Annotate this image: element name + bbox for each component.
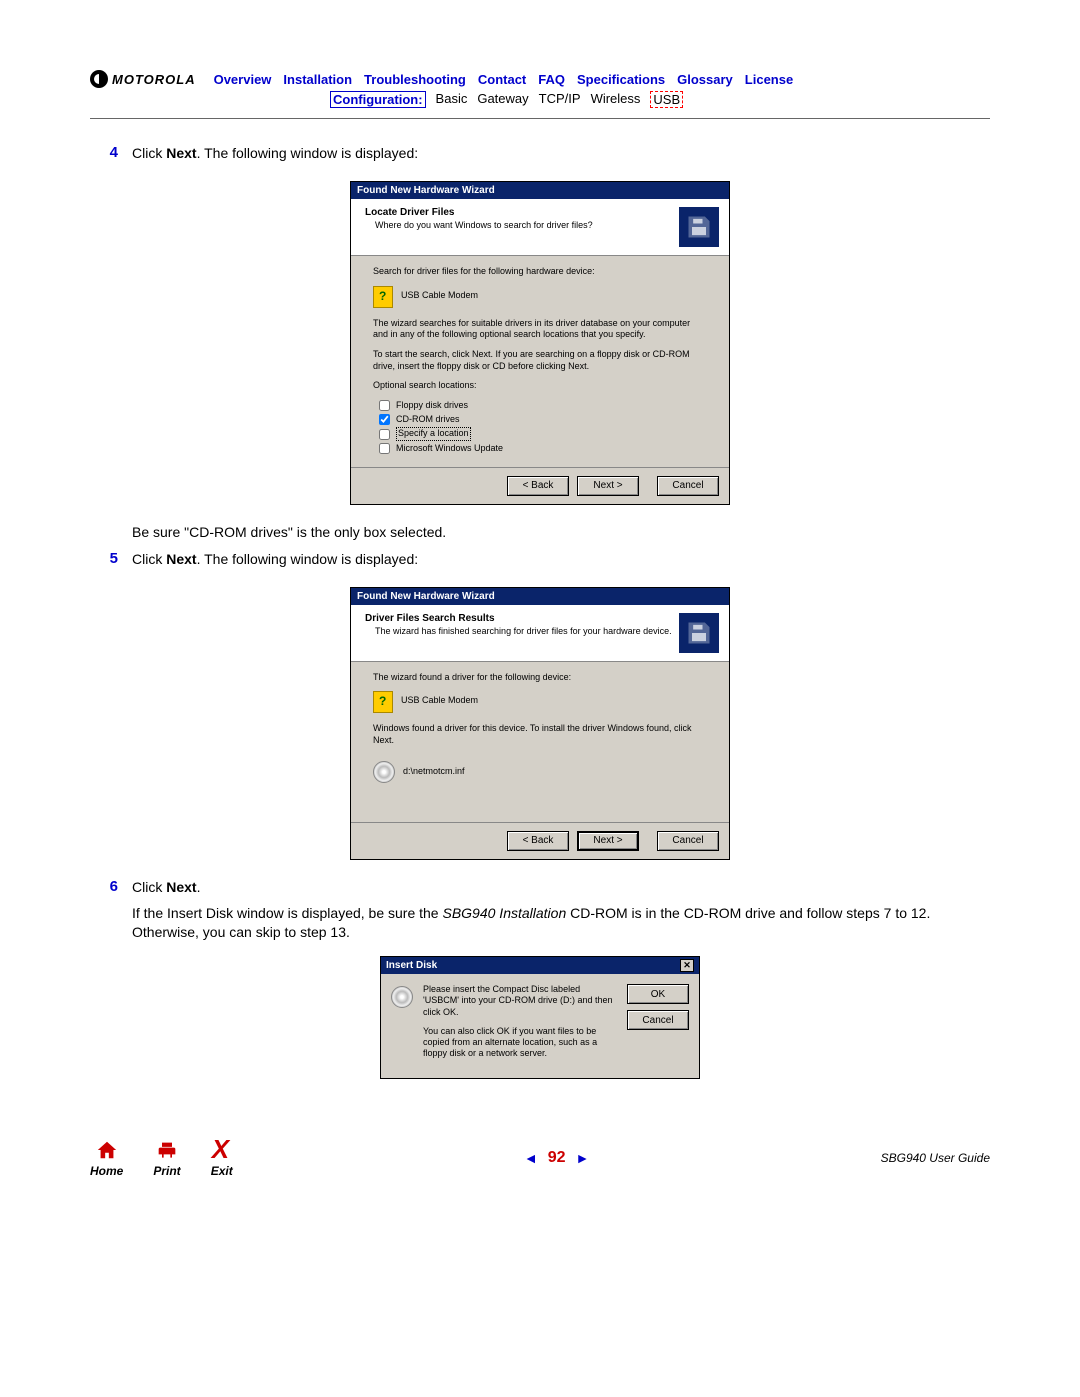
- note-text: Be sure "CD-ROM drives" is the only box …: [132, 523, 990, 542]
- insert-disk-dialog: Insert Disk ✕ Please insert the Compact …: [380, 956, 700, 1079]
- nav-configuration[interactable]: Configuration:: [330, 91, 426, 108]
- print-icon: [154, 1141, 180, 1161]
- page-header: MOTOROLA Overview Installation Troublesh…: [90, 70, 990, 119]
- cancel-button[interactable]: Cancel: [657, 831, 719, 851]
- next-button[interactable]: Next >: [577, 476, 639, 496]
- step-4: 4 Click Next. The following window is di…: [90, 144, 990, 163]
- wizard-text: Windows found a driver for this device. …: [373, 723, 707, 746]
- nav-license[interactable]: License: [745, 72, 793, 87]
- secondary-nav: Configuration: Basic Gateway TCP/IP Wire…: [330, 91, 990, 108]
- nav-contact[interactable]: Contact: [478, 72, 526, 87]
- close-button[interactable]: ✕: [680, 959, 694, 972]
- next-button[interactable]: Next >: [577, 831, 639, 851]
- wizard-heading: Locate Driver Files: [365, 207, 679, 218]
- dialog-title: Insert Disk: [386, 960, 437, 971]
- wizard-text: Search for driver files for the followin…: [373, 266, 707, 278]
- brand-logo: MOTOROLA: [90, 70, 196, 88]
- wizard-text: Optional search locations:: [373, 380, 707, 392]
- print-button[interactable]: Print: [153, 1141, 180, 1178]
- guide-title: SBG940 User Guide: [881, 1151, 990, 1165]
- wizard-subheading: Where do you want Windows to search for …: [375, 220, 679, 230]
- wizard-subheading: The wizard has finished searching for dr…: [375, 626, 679, 636]
- checkbox-floppy[interactable]: [379, 400, 390, 411]
- nav-gateway[interactable]: Gateway: [477, 91, 528, 108]
- step-6-note: If the Insert Disk window is displayed, …: [90, 904, 990, 942]
- device-name: USB Cable Modem: [401, 286, 478, 302]
- home-button[interactable]: Home: [90, 1139, 123, 1178]
- wizard-titlebar: Found New Hardware Wizard: [351, 588, 729, 605]
- question-icon: [373, 286, 393, 308]
- checkbox-windows-update[interactable]: [379, 443, 390, 454]
- nav-overview[interactable]: Overview: [214, 72, 272, 87]
- search-locations: Floppy disk drives CD-ROM drives Specify…: [379, 400, 707, 455]
- wizard-heading: Driver Files Search Results: [365, 613, 679, 624]
- step-number: 5: [102, 550, 132, 567]
- nav-basic[interactable]: Basic: [436, 91, 468, 108]
- cancel-button[interactable]: Cancel: [627, 1010, 689, 1030]
- checkbox-cdrom[interactable]: [379, 414, 390, 425]
- step-text: Click Next.: [132, 878, 990, 897]
- step-4-note: Be sure "CD-ROM drives" is the only box …: [90, 523, 990, 542]
- prev-page-button[interactable]: ◄: [524, 1150, 538, 1166]
- nav-specifications[interactable]: Specifications: [577, 72, 665, 87]
- nav-usb[interactable]: USB: [650, 91, 683, 108]
- checkbox-specify[interactable]: [379, 429, 390, 440]
- step-text: Click Next. The following window is disp…: [132, 550, 990, 569]
- wizard-text: The wizard found a driver for the follow…: [373, 672, 707, 684]
- nav-glossary[interactable]: Glossary: [677, 72, 733, 87]
- step-5: 5 Click Next. The following window is di…: [90, 550, 990, 569]
- dialog-text: You can also click OK if you want files …: [423, 1026, 617, 1060]
- dialog-text: Please insert the Compact Disc labeled '…: [423, 984, 617, 1018]
- nav-faq[interactable]: FAQ: [538, 72, 565, 87]
- wizard-banner-icon: [679, 613, 719, 653]
- wizard-search-results: Found New Hardware Wizard Driver Files S…: [350, 587, 730, 860]
- brand-text: MOTOROLA: [112, 72, 196, 87]
- page-navigator: ◄ 92 ►: [263, 1149, 851, 1167]
- nav-wireless[interactable]: Wireless: [591, 91, 641, 108]
- cd-icon: [391, 986, 413, 1008]
- cancel-button[interactable]: Cancel: [657, 476, 719, 496]
- primary-nav: Overview Installation Troubleshooting Co…: [214, 72, 794, 87]
- page-content: 4 Click Next. The following window is di…: [90, 144, 990, 1079]
- step-text: Click Next. The following window is disp…: [132, 144, 990, 163]
- step-number: 6: [102, 878, 132, 895]
- back-button[interactable]: < Back: [507, 476, 569, 496]
- step-6: 6 Click Next.: [90, 878, 990, 897]
- driver-path: d:\netmotcm.inf: [403, 761, 465, 778]
- motorola-icon: [90, 70, 108, 88]
- exit-button[interactable]: X Exit: [211, 1139, 233, 1178]
- header-divider: [90, 118, 990, 119]
- ok-button[interactable]: OK: [627, 984, 689, 1004]
- wizard-locate-driver: Found New Hardware Wizard Locate Driver …: [350, 181, 730, 505]
- cd-icon: [373, 761, 395, 783]
- step-number: 4: [102, 144, 132, 161]
- page-footer: Home Print X Exit ◄ 92 ► SBG940 User Gui…: [90, 1139, 990, 1178]
- nav-troubleshooting[interactable]: Troubleshooting: [364, 72, 466, 87]
- wizard-titlebar: Found New Hardware Wizard: [351, 182, 729, 199]
- nav-tcpip[interactable]: TCP/IP: [539, 91, 581, 108]
- note-text: If the Insert Disk window is displayed, …: [132, 904, 990, 942]
- wizard-text: The wizard searches for suitable drivers…: [373, 318, 707, 341]
- back-button[interactable]: < Back: [507, 831, 569, 851]
- wizard-banner-icon: [679, 207, 719, 247]
- question-icon: [373, 691, 393, 713]
- nav-installation[interactable]: Installation: [283, 72, 352, 87]
- device-name: USB Cable Modem: [401, 691, 478, 707]
- exit-icon: X: [212, 1139, 232, 1161]
- home-icon: [95, 1139, 119, 1161]
- page-number: 92: [548, 1149, 566, 1167]
- wizard-text: To start the search, click Next. If you …: [373, 349, 707, 372]
- next-page-button[interactable]: ►: [576, 1150, 590, 1166]
